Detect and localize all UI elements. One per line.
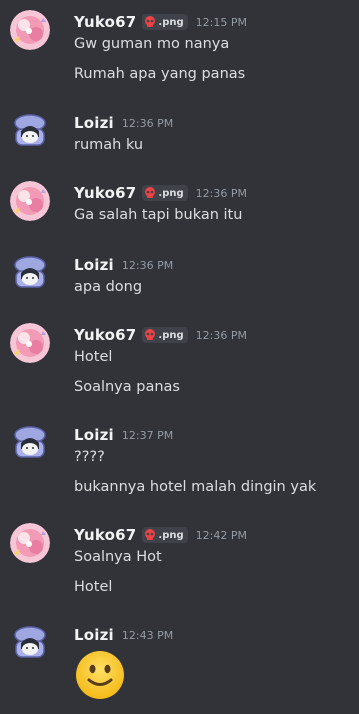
user-tag[interactable]: .png	[142, 527, 188, 543]
timestamp: 12:36 PM	[195, 186, 247, 200]
user-tag-label: .png	[158, 187, 184, 199]
user-tag[interactable]: .png	[142, 185, 188, 201]
username[interactable]: Loizi	[74, 114, 114, 132]
message-text: apa dong	[74, 279, 143, 295]
message-text: rumah ku	[74, 137, 144, 153]
user-avatar-yuko[interactable]	[10, 323, 50, 363]
user-tag-label: .png	[158, 329, 184, 341]
message-text: Ga salah tapi bukan itu	[74, 207, 243, 223]
user-avatar-loizi[interactable]	[10, 111, 50, 151]
username[interactable]: Loizi	[74, 626, 114, 644]
user-avatar-loizi[interactable]	[10, 423, 50, 463]
avatar-basket-icon	[10, 111, 50, 151]
message-text: ????	[74, 449, 105, 465]
message-header: Loizi 12:36 PM	[74, 255, 173, 275]
user-tag[interactable]: .png	[142, 327, 188, 343]
avatar-pink-icon	[10, 181, 50, 221]
username[interactable]: Yuko67	[74, 326, 136, 344]
message-header: Yuko67 .png 12:15 PM	[74, 12, 247, 32]
user-tag-label: .png	[158, 529, 184, 541]
chat-message-list: Yuko67 .png 12:15 PM Gw guman mo nanya R…	[0, 0, 359, 714]
message-header: Loizi 12:36 PM	[74, 113, 173, 133]
slightly-smiling-face-icon[interactable]	[74, 649, 126, 701]
user-avatar-yuko[interactable]	[10, 181, 50, 221]
message-text: Hotel	[74, 579, 113, 595]
username[interactable]: Loizi	[74, 426, 114, 444]
user-avatar-yuko[interactable]	[10, 10, 50, 50]
username[interactable]: Loizi	[74, 256, 114, 274]
skull-icon	[145, 529, 156, 540]
message-header: Loizi 12:37 PM	[74, 425, 173, 445]
timestamp: 12:42 PM	[195, 528, 247, 542]
message-text: Gw guman mo nanya	[74, 36, 230, 52]
timestamp: 12:36 PM	[195, 328, 247, 342]
skull-icon	[145, 187, 156, 198]
user-tag-label: .png	[158, 16, 184, 28]
message-header: Loizi 12:43 PM	[74, 625, 173, 645]
avatar-pink-icon	[10, 323, 50, 363]
message-text: Rumah apa yang panas	[74, 66, 246, 82]
message-header: Yuko67 .png 12:36 PM	[74, 325, 247, 345]
message-header: Yuko67 .png 12:36 PM	[74, 183, 247, 203]
username[interactable]: Yuko67	[74, 13, 136, 31]
user-avatar-loizi[interactable]	[10, 623, 50, 663]
user-avatar-loizi[interactable]	[10, 253, 50, 293]
user-tag[interactable]: .png	[142, 14, 188, 30]
avatar-basket-icon	[10, 423, 50, 463]
username[interactable]: Yuko67	[74, 526, 136, 544]
message-text: Soalnya Hot	[74, 549, 162, 565]
timestamp: 12:43 PM	[121, 628, 174, 642]
skull-icon	[145, 16, 156, 27]
avatar-pink-icon	[10, 10, 50, 50]
username[interactable]: Yuko67	[74, 184, 136, 202]
skull-icon	[145, 329, 156, 340]
timestamp: 12:15 PM	[195, 15, 247, 29]
timestamp: 12:37 PM	[121, 428, 174, 442]
timestamp: 12:36 PM	[121, 258, 174, 272]
message-header: Yuko67 .png 12:42 PM	[74, 525, 247, 545]
message-text: bukannya hotel malah dingin yak	[74, 479, 317, 495]
avatar-basket-icon	[10, 253, 50, 293]
message-text: Hotel	[74, 349, 113, 365]
avatar-pink-icon	[10, 523, 50, 563]
message-text: Soalnya panas	[74, 379, 180, 395]
user-avatar-yuko[interactable]	[10, 523, 50, 563]
avatar-basket-icon	[10, 623, 50, 663]
timestamp: 12:36 PM	[121, 116, 174, 130]
